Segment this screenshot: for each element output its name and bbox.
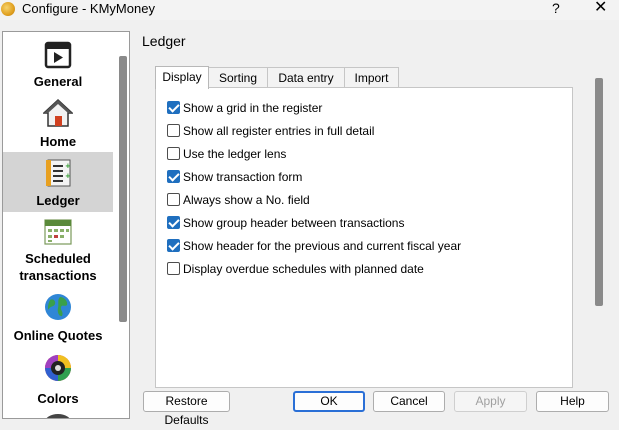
- sidebar-item-label-line2: transactions: [19, 268, 97, 283]
- sidebar-item-label: Online Quotes: [13, 328, 103, 343]
- checkbox[interactable]: [167, 147, 180, 160]
- sidebar-scrollbar[interactable]: [119, 56, 127, 322]
- checkbox[interactable]: [167, 101, 180, 114]
- content-scrollbar[interactable]: [595, 78, 603, 306]
- tab-display[interactable]: Display: [155, 66, 209, 89]
- title-bar: Configure - KMyMoney ? ✕: [0, 0, 619, 20]
- checkbox-label: Show group header between transactions: [183, 216, 405, 230]
- checkbox-label: Always show a No. field: [183, 193, 310, 207]
- sidebar-item-ledger[interactable]: + + Ledger: [3, 152, 113, 212]
- general-icon: [44, 41, 72, 69]
- svg-text:+: +: [65, 172, 71, 180]
- sidebar-item-colors[interactable]: Colors: [3, 350, 113, 410]
- sidebar-item-label: General: [33, 74, 83, 89]
- sidebar-item-general[interactable]: General: [3, 32, 113, 90]
- checkbox[interactable]: [167, 216, 180, 229]
- home-icon: [43, 98, 73, 127]
- next-sidebar-icon: [46, 414, 70, 418]
- sidebar-item-label: Ledger: [36, 193, 80, 208]
- sidebar-item-label: Colors: [37, 391, 79, 406]
- checkbox[interactable]: [167, 239, 180, 252]
- restore-defaults-button[interactable]: Restore Defaults: [143, 391, 230, 427]
- color-wheel-icon: [45, 355, 71, 381]
- sidebar: General Home + + Ledger Scheduled transa…: [2, 31, 130, 419]
- checkbox-label: Display overdue schedules with planned d…: [183, 262, 424, 276]
- page-title: Ledger: [142, 33, 186, 49]
- checkbox[interactable]: [167, 124, 180, 137]
- checkbox[interactable]: [167, 193, 180, 206]
- tab-sorting[interactable]: Sorting: [208, 67, 268, 88]
- checkbox-label: Show transaction form: [183, 170, 303, 184]
- sidebar-item-online-quotes[interactable]: Online Quotes: [3, 290, 113, 348]
- sidebar-item-label-line1: Scheduled: [25, 251, 91, 266]
- svg-text:+: +: [65, 162, 71, 170]
- sidebar-item-scheduled-transactions[interactable]: Scheduled transactions: [3, 213, 113, 285]
- close-icon[interactable]: ✕: [594, 0, 607, 17]
- checkbox-label: Show a grid in the register: [183, 101, 323, 115]
- tab-import[interactable]: Import: [344, 67, 399, 88]
- help-button[interactable]: Help: [536, 391, 609, 412]
- checkbox[interactable]: [167, 170, 180, 183]
- checkbox-label: Use the ledger lens: [183, 147, 287, 161]
- globe-icon: [45, 294, 71, 320]
- apply-button[interactable]: Apply: [454, 391, 527, 412]
- checkbox-label: Show all register entries in full detail: [183, 124, 375, 138]
- ledger-icon: + +: [46, 159, 71, 187]
- checkbox-label: Show header for the previous and current…: [183, 239, 462, 253]
- tab-data-entry[interactable]: Data entry: [267, 67, 345, 88]
- calendar-icon: [44, 219, 72, 245]
- kmymoney-app-icon: [1, 2, 15, 16]
- sidebar-item-label: Home: [39, 134, 77, 149]
- window-title: Configure - KMyMoney: [22, 1, 155, 16]
- cancel-button[interactable]: Cancel: [373, 391, 445, 412]
- help-icon[interactable]: ?: [552, 0, 560, 16]
- ok-button[interactable]: OK: [293, 391, 365, 412]
- sidebar-item-home[interactable]: Home: [3, 93, 113, 151]
- checkbox[interactable]: [167, 262, 180, 275]
